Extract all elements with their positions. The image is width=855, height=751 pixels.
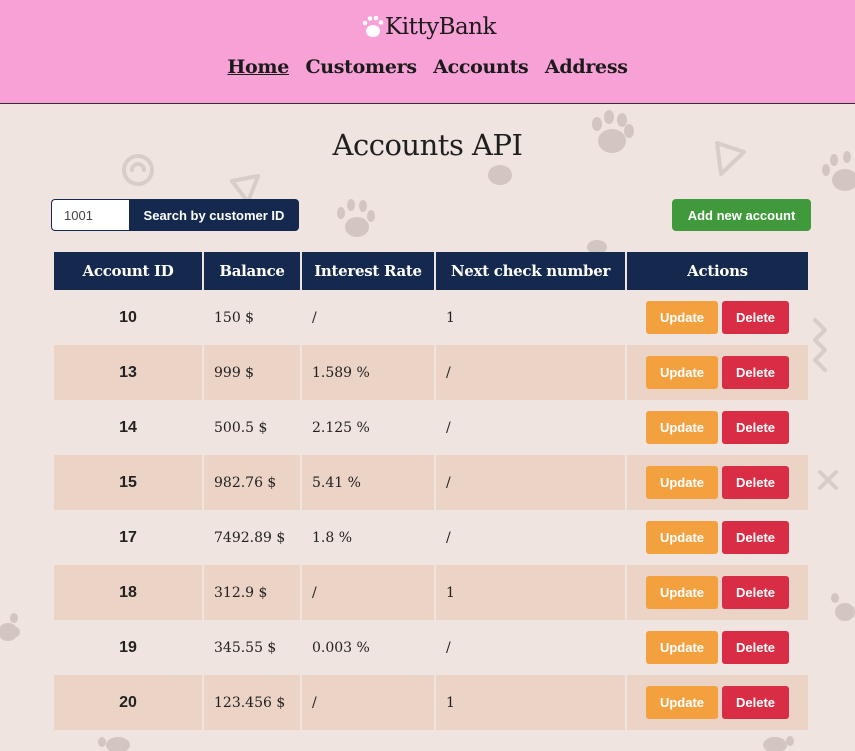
actions-cell: Update Delete <box>627 675 808 730</box>
nav-accounts[interactable]: Accounts <box>433 56 529 78</box>
accounts-table: Account ID Balance Interest Rate Next ch… <box>52 252 810 730</box>
next-check-number-cell: 1 <box>436 675 625 730</box>
table-body: 10 150 $ / 1 Update Delete 13 999 $ 1.589… <box>54 290 808 730</box>
account-id-cell: 13 <box>54 345 202 400</box>
account-id-cell: 18 <box>54 565 202 620</box>
account-id-cell: 10 <box>119 308 137 326</box>
nav-address[interactable]: Address <box>545 56 628 78</box>
column-header-actions: Actions <box>627 252 808 290</box>
actions-cell: Update Delete <box>627 345 808 400</box>
interest-rate-cell: / <box>312 309 317 326</box>
actions-cell: Update Delete <box>627 455 808 510</box>
update-button[interactable]: Update <box>646 576 718 609</box>
table-row: 19 345.55 $ 0.003 % / Update Delete <box>54 620 808 675</box>
brand[interactable]: KittyBank <box>0 14 855 40</box>
balance-cell: 7492.89 $ <box>214 529 286 546</box>
nav-home[interactable]: Home <box>227 56 289 78</box>
interest-rate-cell: 0.003 % <box>312 639 370 656</box>
interest-rate-cell: 2.125 % <box>312 419 370 436</box>
account-id-cell: 15 <box>54 455 202 510</box>
account-id-cell: 17 <box>119 528 137 546</box>
delete-button[interactable]: Delete <box>722 686 789 719</box>
delete-button[interactable]: Delete <box>722 631 789 664</box>
column-header-interest-rate[interactable]: Interest Rate <box>302 252 434 290</box>
account-id-cell: 19 <box>119 638 137 656</box>
delete-button[interactable]: Delete <box>722 301 789 334</box>
table-row: 20 123.456 $ / 1 Update Delete <box>54 675 808 730</box>
next-check-number-cell: / <box>446 419 451 436</box>
add-account-button[interactable]: Add new account <box>672 199 811 231</box>
table-header: Account ID Balance Interest Rate Next ch… <box>54 252 808 290</box>
balance-cell: 345.55 $ <box>214 639 277 656</box>
delete-button[interactable]: Delete <box>722 521 789 554</box>
delete-button[interactable]: Delete <box>722 576 789 609</box>
table-row: 15 982.76 $ 5.41 % / Update Delete <box>54 455 808 510</box>
delete-button[interactable]: Delete <box>722 356 789 389</box>
actions-cell: Update Delete <box>627 510 808 565</box>
interest-rate-cell: / <box>302 565 434 620</box>
interest-rate-cell: 5.41 % <box>302 455 434 510</box>
balance-cell: 982.76 $ <box>204 455 300 510</box>
interest-rate-cell: / <box>302 675 434 730</box>
paw-logo-icon <box>362 15 384 37</box>
search-bar: Search by customer ID <box>51 199 299 231</box>
next-check-number-cell: 1 <box>436 565 625 620</box>
update-button[interactable]: Update <box>646 466 718 499</box>
table-row: 13 999 $ 1.589 % / Update Delete <box>54 345 808 400</box>
update-button[interactable]: Update <box>646 301 718 334</box>
balance-cell: 500.5 $ <box>214 419 268 436</box>
interest-rate-cell: 1.8 % <box>312 529 353 546</box>
table-row: 18 312.9 $ / 1 Update Delete <box>54 565 808 620</box>
account-id-cell: 20 <box>54 675 202 730</box>
actions-cell: Update Delete <box>627 565 808 620</box>
next-check-number-cell: / <box>446 639 451 656</box>
balance-cell: 999 $ <box>204 345 300 400</box>
site-header: KittyBank Home Customers Accounts Addres… <box>0 0 855 104</box>
interest-rate-cell: 1.589 % <box>302 345 434 400</box>
update-button[interactable]: Update <box>646 411 718 444</box>
actions-cell: Update Delete <box>627 400 808 455</box>
table-row: 10 150 $ / 1 Update Delete <box>54 290 808 345</box>
column-header-next-check-number[interactable]: Next check number <box>436 252 625 290</box>
search-button[interactable]: Search by customer ID <box>129 199 299 231</box>
actions-cell: Update Delete <box>627 290 808 345</box>
page-title: Accounts API <box>332 128 523 162</box>
balance-cell: 123.456 $ <box>204 675 300 730</box>
balance-cell: 312.9 $ <box>204 565 300 620</box>
column-header-balance[interactable]: Balance <box>204 252 300 290</box>
column-header-account-id[interactable]: Account ID <box>54 252 202 290</box>
next-check-number-cell: / <box>446 529 451 546</box>
update-button[interactable]: Update <box>646 631 718 664</box>
nav-customers[interactable]: Customers <box>305 56 417 78</box>
main-nav: Home Customers Accounts Address <box>0 56 855 78</box>
brand-name: KittyBank <box>385 14 496 40</box>
update-button[interactable]: Update <box>646 356 718 389</box>
update-button[interactable]: Update <box>646 521 718 554</box>
next-check-number-cell: / <box>436 455 625 510</box>
next-check-number-cell: / <box>436 345 625 400</box>
delete-button[interactable]: Delete <box>722 466 789 499</box>
next-check-number-cell: 1 <box>446 309 455 326</box>
table-row: 17 7492.89 $ 1.8 % / Update Delete <box>54 510 808 565</box>
customer-id-input[interactable] <box>51 199 129 231</box>
account-id-cell: 14 <box>119 418 137 436</box>
actions-cell: Update Delete <box>627 620 808 675</box>
delete-button[interactable]: Delete <box>722 411 789 444</box>
balance-cell: 150 $ <box>214 309 255 326</box>
update-button[interactable]: Update <box>646 686 718 719</box>
table-row: 14 500.5 $ 2.125 % / Update Delete <box>54 400 808 455</box>
